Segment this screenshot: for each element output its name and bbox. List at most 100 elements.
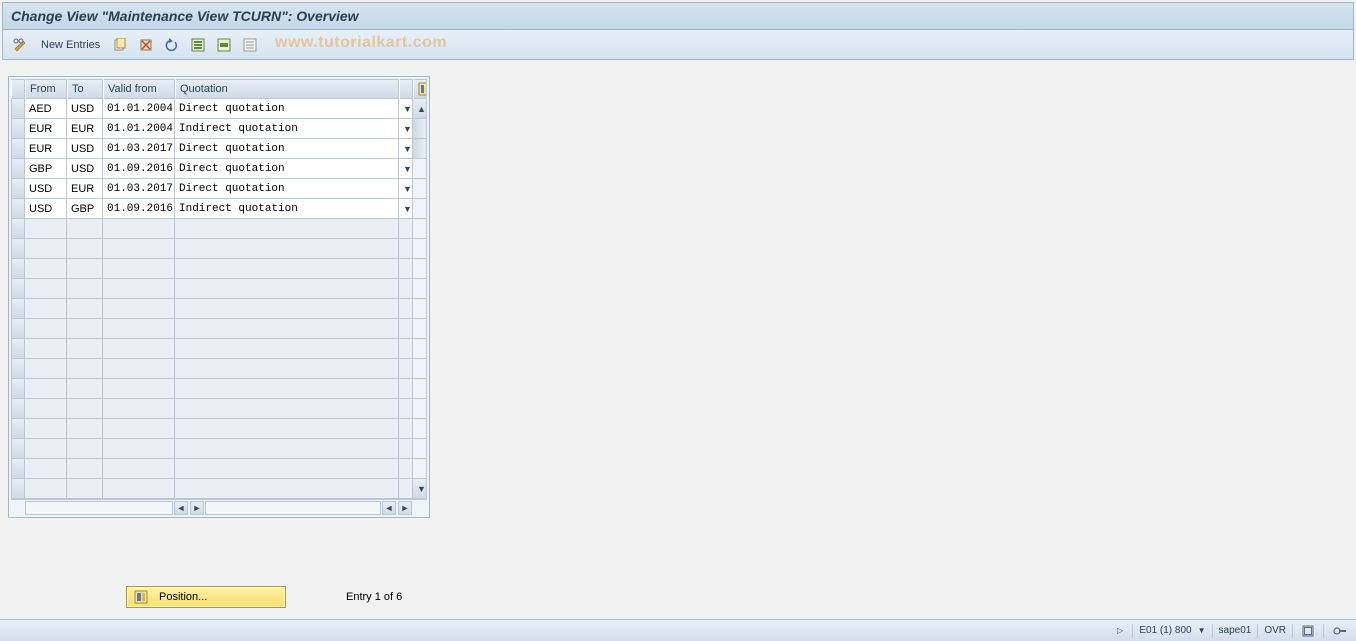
cell-valid-from[interactable]: 01.01.2004 [103, 99, 175, 119]
vscroll-track[interactable] [413, 419, 427, 439]
cell-to[interactable] [67, 419, 103, 439]
cell-valid-from[interactable]: 01.03.2017 [103, 139, 175, 159]
row-selector[interactable] [11, 459, 25, 479]
horizontal-scrollbar[interactable]: ◄ ► ◄ ► [11, 499, 427, 515]
row-selector[interactable] [11, 179, 25, 199]
cell-quotation[interactable]: Indirect quotation [175, 119, 399, 139]
cell-to[interactable] [67, 459, 103, 479]
cell-from[interactable] [25, 479, 67, 499]
row-selector[interactable] [11, 99, 25, 119]
scroll-up-icon[interactable]: ▲ [417, 104, 426, 114]
cell-valid-from[interactable] [103, 359, 175, 379]
toggle-display-change-button[interactable] [11, 35, 31, 55]
quotation-dropdown-button[interactable]: ▼ [399, 99, 413, 119]
row-selector[interactable] [11, 299, 25, 319]
quotation-dropdown-button[interactable]: ▼ [399, 159, 413, 179]
cell-to[interactable]: EUR [67, 119, 103, 139]
row-selector[interactable] [11, 279, 25, 299]
cell-quotation[interactable]: Direct quotation [175, 159, 399, 179]
row-selector[interactable] [11, 379, 25, 399]
cell-from[interactable]: GBP [25, 159, 67, 179]
cell-quotation[interactable]: Indirect quotation [175, 199, 399, 219]
cell-quotation[interactable]: Direct quotation [175, 99, 399, 119]
hscroll-right-button[interactable]: ► [190, 501, 204, 515]
cell-from[interactable] [25, 439, 67, 459]
cell-to[interactable] [67, 319, 103, 339]
cell-quotation[interactable] [175, 379, 399, 399]
col-valid-from-header[interactable]: Valid from [103, 79, 175, 99]
vscroll-thumb[interactable] [413, 139, 427, 159]
cell-valid-from[interactable] [103, 399, 175, 419]
undo-button[interactable] [162, 35, 182, 55]
cell-valid-from[interactable] [103, 339, 175, 359]
cell-to[interactable] [67, 279, 103, 299]
row-selector[interactable] [11, 259, 25, 279]
cell-to[interactable] [67, 239, 103, 259]
cell-valid-from[interactable]: 01.01.2004 [103, 119, 175, 139]
vscroll-track[interactable] [413, 239, 427, 259]
cell-quotation[interactable] [175, 479, 399, 499]
select-block-button[interactable] [214, 35, 234, 55]
cell-quotation[interactable] [175, 339, 399, 359]
cell-from[interactable] [25, 419, 67, 439]
status-keys-button[interactable] [1330, 626, 1350, 636]
vscroll-track[interactable] [413, 459, 427, 479]
cell-quotation[interactable]: Direct quotation [175, 139, 399, 159]
cell-from[interactable] [25, 379, 67, 399]
cell-quotation[interactable] [175, 239, 399, 259]
cell-quotation[interactable] [175, 439, 399, 459]
vscroll-track[interactable] [413, 179, 427, 199]
hscroll-left-button-2[interactable]: ◄ [382, 501, 396, 515]
cell-from[interactable]: USD [25, 179, 67, 199]
cell-valid-from[interactable] [103, 299, 175, 319]
server-dropdown-icon[interactable]: ▼ [1198, 626, 1206, 635]
row-selector[interactable] [11, 239, 25, 259]
cell-to[interactable] [67, 299, 103, 319]
cell-from[interactable] [25, 399, 67, 419]
cell-valid-from[interactable]: 01.03.2017 [103, 179, 175, 199]
copy-as-button[interactable] [110, 35, 130, 55]
row-selector[interactable] [11, 339, 25, 359]
delete-button[interactable] [136, 35, 156, 55]
vscroll-track[interactable] [413, 359, 427, 379]
vscroll-track[interactable] [413, 159, 427, 179]
cell-valid-from[interactable]: 01.09.2016 [103, 199, 175, 219]
cell-valid-from[interactable] [103, 279, 175, 299]
row-selector[interactable] [11, 219, 25, 239]
row-selector[interactable] [11, 199, 25, 219]
cell-valid-from[interactable]: 01.09.2016 [103, 159, 175, 179]
cell-from[interactable]: USD [25, 199, 67, 219]
vscroll-track[interactable] [413, 379, 427, 399]
cell-quotation[interactable] [175, 319, 399, 339]
vscroll-track[interactable] [413, 199, 427, 219]
cell-quotation[interactable] [175, 279, 399, 299]
cell-from[interactable]: EUR [25, 139, 67, 159]
vscroll-track[interactable] [413, 219, 427, 239]
row-selector-header[interactable] [11, 79, 25, 99]
cell-valid-from[interactable] [103, 259, 175, 279]
row-selector[interactable] [11, 139, 25, 159]
cell-to[interactable]: EUR [67, 179, 103, 199]
cell-from[interactable] [25, 299, 67, 319]
cell-from[interactable] [25, 359, 67, 379]
cell-to[interactable] [67, 259, 103, 279]
quotation-dropdown-button[interactable]: ▼ [399, 119, 413, 139]
col-quotation-header[interactable]: Quotation [175, 79, 399, 99]
vscroll-track[interactable] [413, 399, 427, 419]
vscroll-thumb[interactable] [413, 119, 427, 139]
cell-to[interactable] [67, 479, 103, 499]
row-selector[interactable] [11, 159, 25, 179]
cell-valid-from[interactable] [103, 319, 175, 339]
row-selector[interactable] [11, 399, 25, 419]
cell-to[interactable]: USD [67, 99, 103, 119]
cell-quotation[interactable] [175, 299, 399, 319]
col-from-header[interactable]: From [25, 79, 67, 99]
row-selector[interactable] [11, 319, 25, 339]
vscroll-track[interactable] [413, 439, 427, 459]
cell-from[interactable] [25, 459, 67, 479]
cell-quotation[interactable] [175, 399, 399, 419]
vscroll-track[interactable] [413, 339, 427, 359]
row-selector[interactable] [11, 359, 25, 379]
cell-from[interactable] [25, 259, 67, 279]
cell-valid-from[interactable] [103, 479, 175, 499]
